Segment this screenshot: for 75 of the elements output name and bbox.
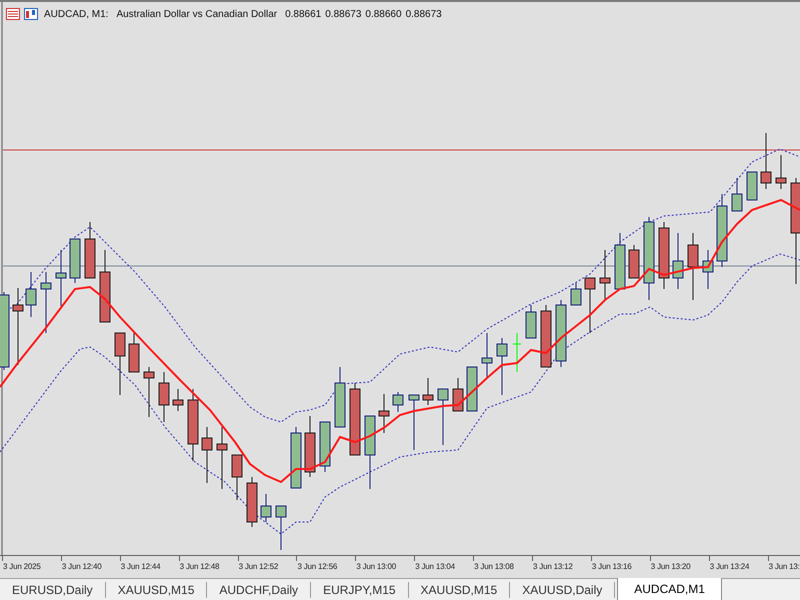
candlestick [172,388,184,412]
candlestick [658,222,670,290]
candlestick [40,272,52,334]
time-label: 3 Jun 12:40 [62,562,102,571]
time-label: 3 Jun 13:12 [533,562,573,571]
chart-description: Australian Dollar vs Canadian Dollar [116,8,278,20]
candlestick [246,476,258,528]
candlestick [408,394,420,450]
time-label: 3 Jun 13:16 [592,562,632,571]
candlestick [482,332,492,378]
candlestick [290,426,302,488]
candlestick [304,416,316,478]
candlestick [776,154,786,190]
chart-tab[interactable]: XAUUSD,M15 [408,582,510,598]
time-label: 3 Jun 12:44 [120,562,160,571]
candlestick [438,388,448,446]
time-label: 3 Jun 13: [768,562,800,571]
chart-icon [24,8,38,20]
candlestick [216,426,228,490]
candlestick [114,332,126,396]
candlestick [746,172,758,200]
candlestick [260,494,272,522]
candlestick [392,392,404,412]
candlestick [556,300,566,368]
candlestick [84,222,96,278]
chart-tab[interactable]: XAUUSD,Daily [510,582,616,598]
time-label: 3 Jun 13:08 [474,562,514,571]
candlestick [760,132,772,190]
candlestick [702,250,714,290]
price-value: 0.88673 [406,8,442,20]
time-label: 3 Jun 13:20 [650,562,690,571]
candlestick [466,366,478,412]
chart-symbol: AUDCAD, M1: [44,8,108,20]
candlestick [70,238,80,284]
price-value: 0.88660 [365,8,402,20]
candlestick [452,378,464,412]
candlestick [232,454,242,500]
time-label: 3 Jun 13:24 [710,562,750,571]
candlestick [128,332,140,372]
time-label: 3 Jun 13:04 [415,562,455,571]
chart-tab[interactable]: EURUSD,Daily [0,582,106,598]
time-label: 3 Jun 12:48 [180,562,220,571]
time-label: 3 Jun 2025 [3,562,41,571]
candlestick [378,394,390,434]
chart-tab[interactable]: XAUUSD,M15 [106,582,208,598]
candlestick [496,338,508,396]
candlestick [526,304,536,338]
chart-tab[interactable]: EURJPY,M15 [311,582,409,598]
candlestick [202,426,212,484]
candlestick [144,366,154,418]
candlestick [158,372,170,422]
candlestick [672,232,684,290]
price-value: 0.88661 [285,8,322,20]
candlestick [26,272,36,318]
candlestick [628,244,640,278]
time-label: 3 Jun 13:00 [356,562,396,571]
candlestick [512,332,522,372]
time-label: 3 Jun 12:52 [238,562,278,571]
candlestick [600,250,610,300]
candlestick [334,366,346,428]
candlestick [614,232,626,290]
candlestick [732,178,742,212]
candlestick [320,422,330,472]
time-label: 3 Jun 12:56 [297,562,338,571]
list-icon [6,8,20,20]
candlestick [570,282,582,306]
chart-tab[interactable]: AUDCHF,Daily [207,582,312,598]
candlestick [584,278,596,334]
candlestick [688,232,698,300]
candlestick [276,506,286,550]
chart-tab[interactable]: AUDCAD,M1 [617,578,722,600]
price-value: 0.88673 [325,8,362,20]
candlestick [540,304,552,368]
candlestick [56,250,66,306]
candlestick [422,378,434,406]
